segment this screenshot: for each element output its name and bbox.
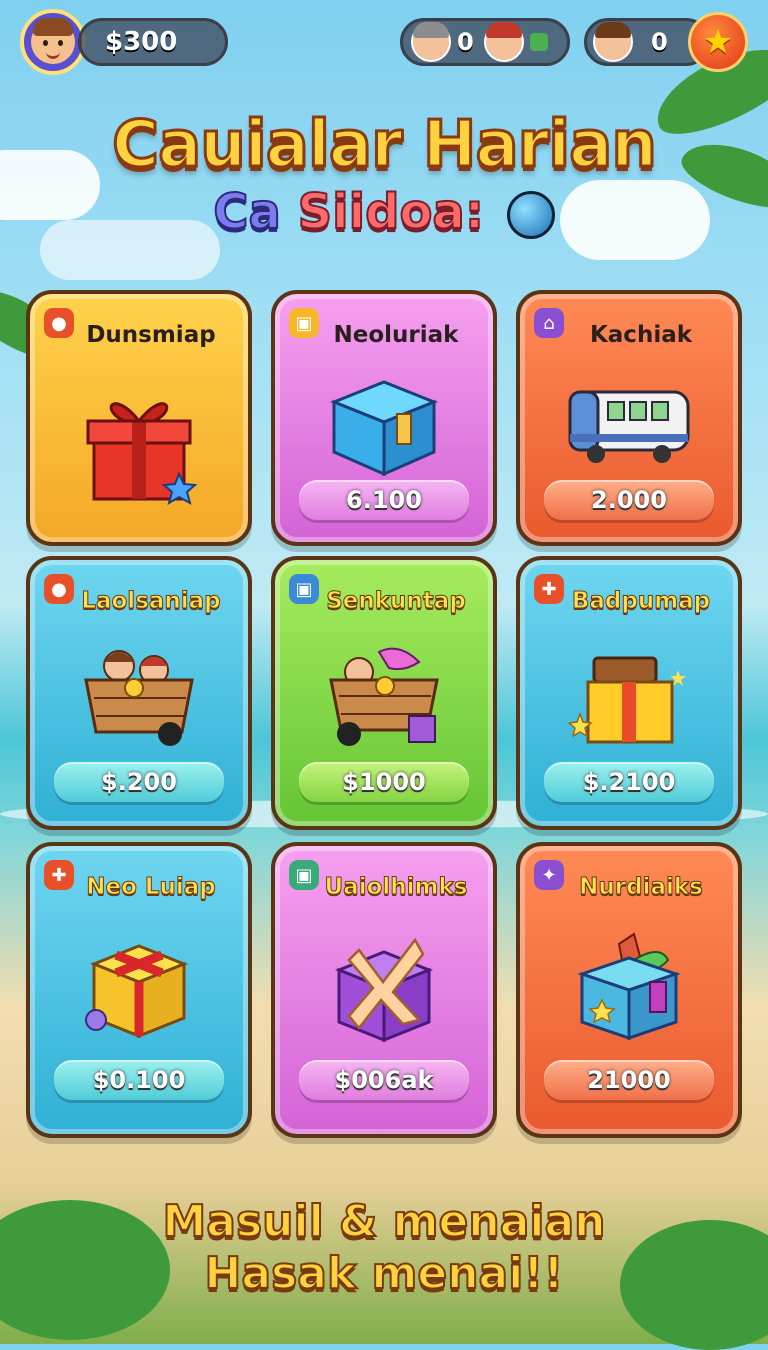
card-title: Nurdiaiks (579, 874, 704, 901)
card-title: Neo Luiap (86, 874, 217, 901)
card-title: Kachiak (589, 322, 693, 348)
price-button[interactable]: 2.000 (544, 480, 714, 520)
price-button[interactable]: $0.100 (54, 1060, 224, 1100)
coin-balance-value: $300 (105, 27, 178, 57)
star-icon: ★ (702, 22, 734, 62)
stars-count: 0 (651, 28, 668, 56)
reward-card[interactable]: ● Dunsmiap (26, 290, 252, 546)
player-face-icon (31, 18, 75, 64)
reward-card[interactable]: ▣ Neoluriak 6.100 (271, 290, 497, 546)
page-subtitle: Ca Siidoa: (0, 183, 768, 241)
footer-line-1: Masuil & menaian (162, 1195, 607, 1248)
reward-card[interactable]: ✚ Badpumap $.2100 (516, 556, 742, 830)
avatar[interactable] (20, 9, 86, 75)
gift-icon (529, 33, 548, 51)
globe-icon (506, 191, 555, 239)
bus-icon (520, 372, 738, 482)
card-title: Dunsmiap (86, 322, 216, 348)
mystery-box-icon (275, 362, 493, 482)
subtitle-part-b: Siidoa: (297, 183, 485, 241)
treasure-cart-icon (30, 632, 248, 752)
gift-box-icon (520, 630, 738, 754)
friends-count: 0 (457, 28, 474, 56)
friend-avatar-icon (483, 22, 524, 62)
friends-pill[interactable]: 0 (400, 18, 570, 66)
card-title: Neoluriak (333, 322, 459, 348)
hud-stars: 0 ★ (584, 10, 748, 74)
reward-card[interactable]: ▣ Uaiolhimks $006ak (271, 842, 497, 1138)
subtitle-part-a: Ca (212, 183, 282, 241)
gift-box-icon (30, 924, 248, 1048)
hud-player: $300 (20, 9, 228, 75)
player-mini-icon (593, 22, 633, 62)
reward-card[interactable]: ⌂ Kachiak 2.000 (516, 290, 742, 546)
gift-box-icon (520, 920, 738, 1050)
footer-banner: Masuil & menaian Hasak menai!! (0, 1195, 768, 1300)
card-title: Badpumap (571, 588, 711, 615)
treasure-cart-icon (275, 632, 493, 752)
reward-card[interactable]: ✚ Neo Luiap $0.100 (26, 842, 252, 1138)
friend-avatar-icon (411, 22, 451, 62)
reward-card[interactable]: ● Laolsaniap $.200 (26, 556, 252, 830)
price-button[interactable]: $.2100 (544, 762, 714, 802)
card-title: Laolsaniap (81, 588, 221, 615)
page-title: Cauialar Harian (111, 107, 659, 184)
footer-line-2: Hasak menai!! (204, 1247, 565, 1300)
card-title: Senkuntap (326, 588, 467, 615)
price-button[interactable]: 21000 (544, 1060, 714, 1100)
price-button[interactable]: $.200 (54, 762, 224, 802)
price-button[interactable]: $006ak (299, 1060, 469, 1100)
coin-balance: $300 (78, 18, 228, 66)
star-button[interactable]: ★ (688, 12, 748, 72)
price-button[interactable]: 6.100 (299, 480, 469, 520)
price-button[interactable]: $1000 (299, 762, 469, 802)
gift-box-icon (30, 374, 248, 514)
reward-card[interactable]: ✦ Nurdiaiks 21000 (516, 842, 742, 1138)
reward-card[interactable]: ▣ Senkuntap $1000 (271, 556, 497, 830)
mystery-box-icon (275, 920, 493, 1050)
card-title: Uaiolhimks (324, 874, 468, 901)
hud-friends[interactable]: 0 (400, 10, 570, 74)
